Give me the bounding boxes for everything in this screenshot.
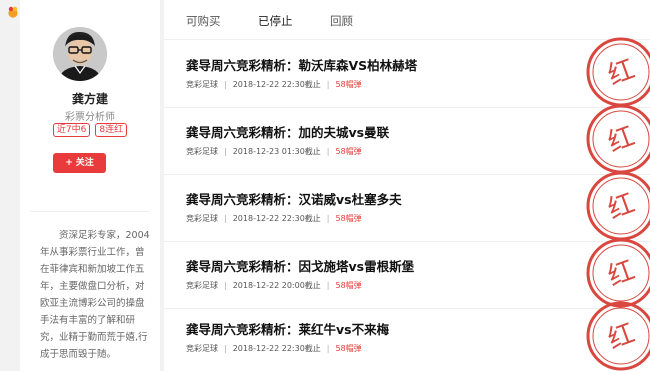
article-title[interactable]: 龚导周六竞彩精析：加的夫城vs曼联: [186, 122, 389, 141]
article-title[interactable]: 龚导周六竞彩精析：莱红牛vs不来梅: [186, 319, 389, 338]
plus-icon: +: [65, 158, 73, 168]
red-result-stamp-icon: 红: [586, 104, 650, 174]
tab-review[interactable]: 回顾: [330, 13, 353, 29]
red-result-stamp-icon: 红: [586, 37, 650, 107]
article-category: 竞彩足球: [186, 344, 218, 353]
site-logo-icon: [8, 6, 18, 18]
red-result-stamp-icon: 红: [586, 301, 650, 371]
article-item[interactable]: 龚导周六竞彩精析：莱红牛vs不来梅 竞彩足球 | 2018-12-22 22:30截…: [164, 301, 650, 371]
author-name: 龚方建: [71, 92, 108, 106]
article-item[interactable]: 龚导周六竞彩精析：加的夫城vs曼联 竞彩足球 | 2018-12-23 01:30截…: [164, 104, 650, 175]
article-category: 竞彩足球: [186, 214, 218, 223]
article-deadline: 2018-12-22 22:30截止: [232, 344, 321, 353]
tab-available[interactable]: 可购买: [186, 13, 221, 29]
article-deadline: 2018-12-22 22:30截止: [232, 214, 321, 223]
article-meta: 竞彩足球 | 2018-12-23 01:30截止 | 58帽弹: [186, 147, 362, 156]
article-category: 竞彩足球: [186, 147, 218, 156]
article-price: 58帽弹: [335, 281, 362, 290]
svg-text:红: 红: [604, 318, 639, 355]
tab-stopped[interactable]: 已停止: [258, 13, 293, 29]
avatar[interactable]: [53, 27, 107, 81]
article-deadline: 2018-12-22 22:30截止: [232, 80, 321, 89]
red-result-stamp-icon: 红: [586, 171, 650, 241]
article-meta: 竞彩足球 | 2018-12-22 22:30截止 | 58帽弹: [186, 344, 362, 353]
streak-badge: 8连红: [95, 123, 128, 137]
article-category: 竞彩足球: [186, 281, 218, 290]
article-price: 58帽弹: [335, 80, 362, 89]
svg-text:红: 红: [604, 54, 639, 91]
article-title[interactable]: 龚导周六竞彩精析：勒沃库森VS柏林赫塔: [186, 55, 417, 74]
article-price: 58帽弹: [335, 344, 362, 353]
article-price: 58帽弹: [335, 147, 362, 156]
tab-bar: 可购买 已停止 回顾: [164, 0, 650, 40]
article-meta: 竞彩足球 | 2018-12-22 20:00截止 | 58帽弹: [186, 281, 362, 290]
article-item[interactable]: 龚导周六竞彩精析：因戈施塔vs雷根斯堡 竞彩足球 | 2018-12-22 20:0…: [164, 238, 650, 309]
follow-label: 关注: [75, 158, 94, 168]
article-title[interactable]: 龚导周六竞彩精析：汉诺威vs杜塞多夫: [186, 189, 402, 208]
article-meta: 竞彩足球 | 2018-12-22 22:30截止 | 58帽弹: [186, 80, 362, 89]
article-title[interactable]: 龚导周六竞彩精析：因戈施塔vs雷根斯堡: [186, 256, 414, 275]
follow-button[interactable]: + 关注: [53, 153, 106, 173]
author-bio: 资深足彩专家，2004年从事彩票行业工作，曾在菲律宾和新加坡工作五年，主要做盘口…: [40, 230, 150, 360]
record-badges: 近7中6 8连红: [20, 123, 160, 137]
author-title: 彩票分析师: [65, 112, 115, 123]
svg-text:红: 红: [604, 255, 639, 292]
svg-text:红: 红: [604, 188, 639, 225]
article-price: 58帽弹: [335, 214, 362, 223]
article-item[interactable]: 龚导周六竞彩精析：汉诺威vs杜塞多夫 竞彩足球 | 2018-12-22 22:30…: [164, 171, 650, 242]
article-panel: 可购买 已停止 回顾 龚导周六竞彩精析：勒沃库森VS柏林赫塔 竞彩足球 | 2018…: [164, 0, 650, 371]
article-meta: 竞彩足球 | 2018-12-22 22:30截止 | 58帽弹: [186, 214, 362, 223]
recent-record-badge: 近7中6: [52, 123, 91, 137]
article-deadline: 2018-12-23 01:30截止: [232, 147, 321, 156]
divider: [30, 211, 150, 212]
article-deadline: 2018-12-22 20:00截止: [232, 281, 321, 290]
article-category: 竞彩足球: [186, 80, 218, 89]
author-sidebar: 龚方建 彩票分析师 近7中6 8连红 + 关注 资深足彩专家，2004年从事彩票行…: [20, 0, 160, 371]
article-item[interactable]: 龚导周六竞彩精析：勒沃库森VS柏林赫塔 竞彩足球 | 2018-12-22 22:3…: [164, 37, 650, 108]
svg-text:红: 红: [604, 121, 639, 158]
